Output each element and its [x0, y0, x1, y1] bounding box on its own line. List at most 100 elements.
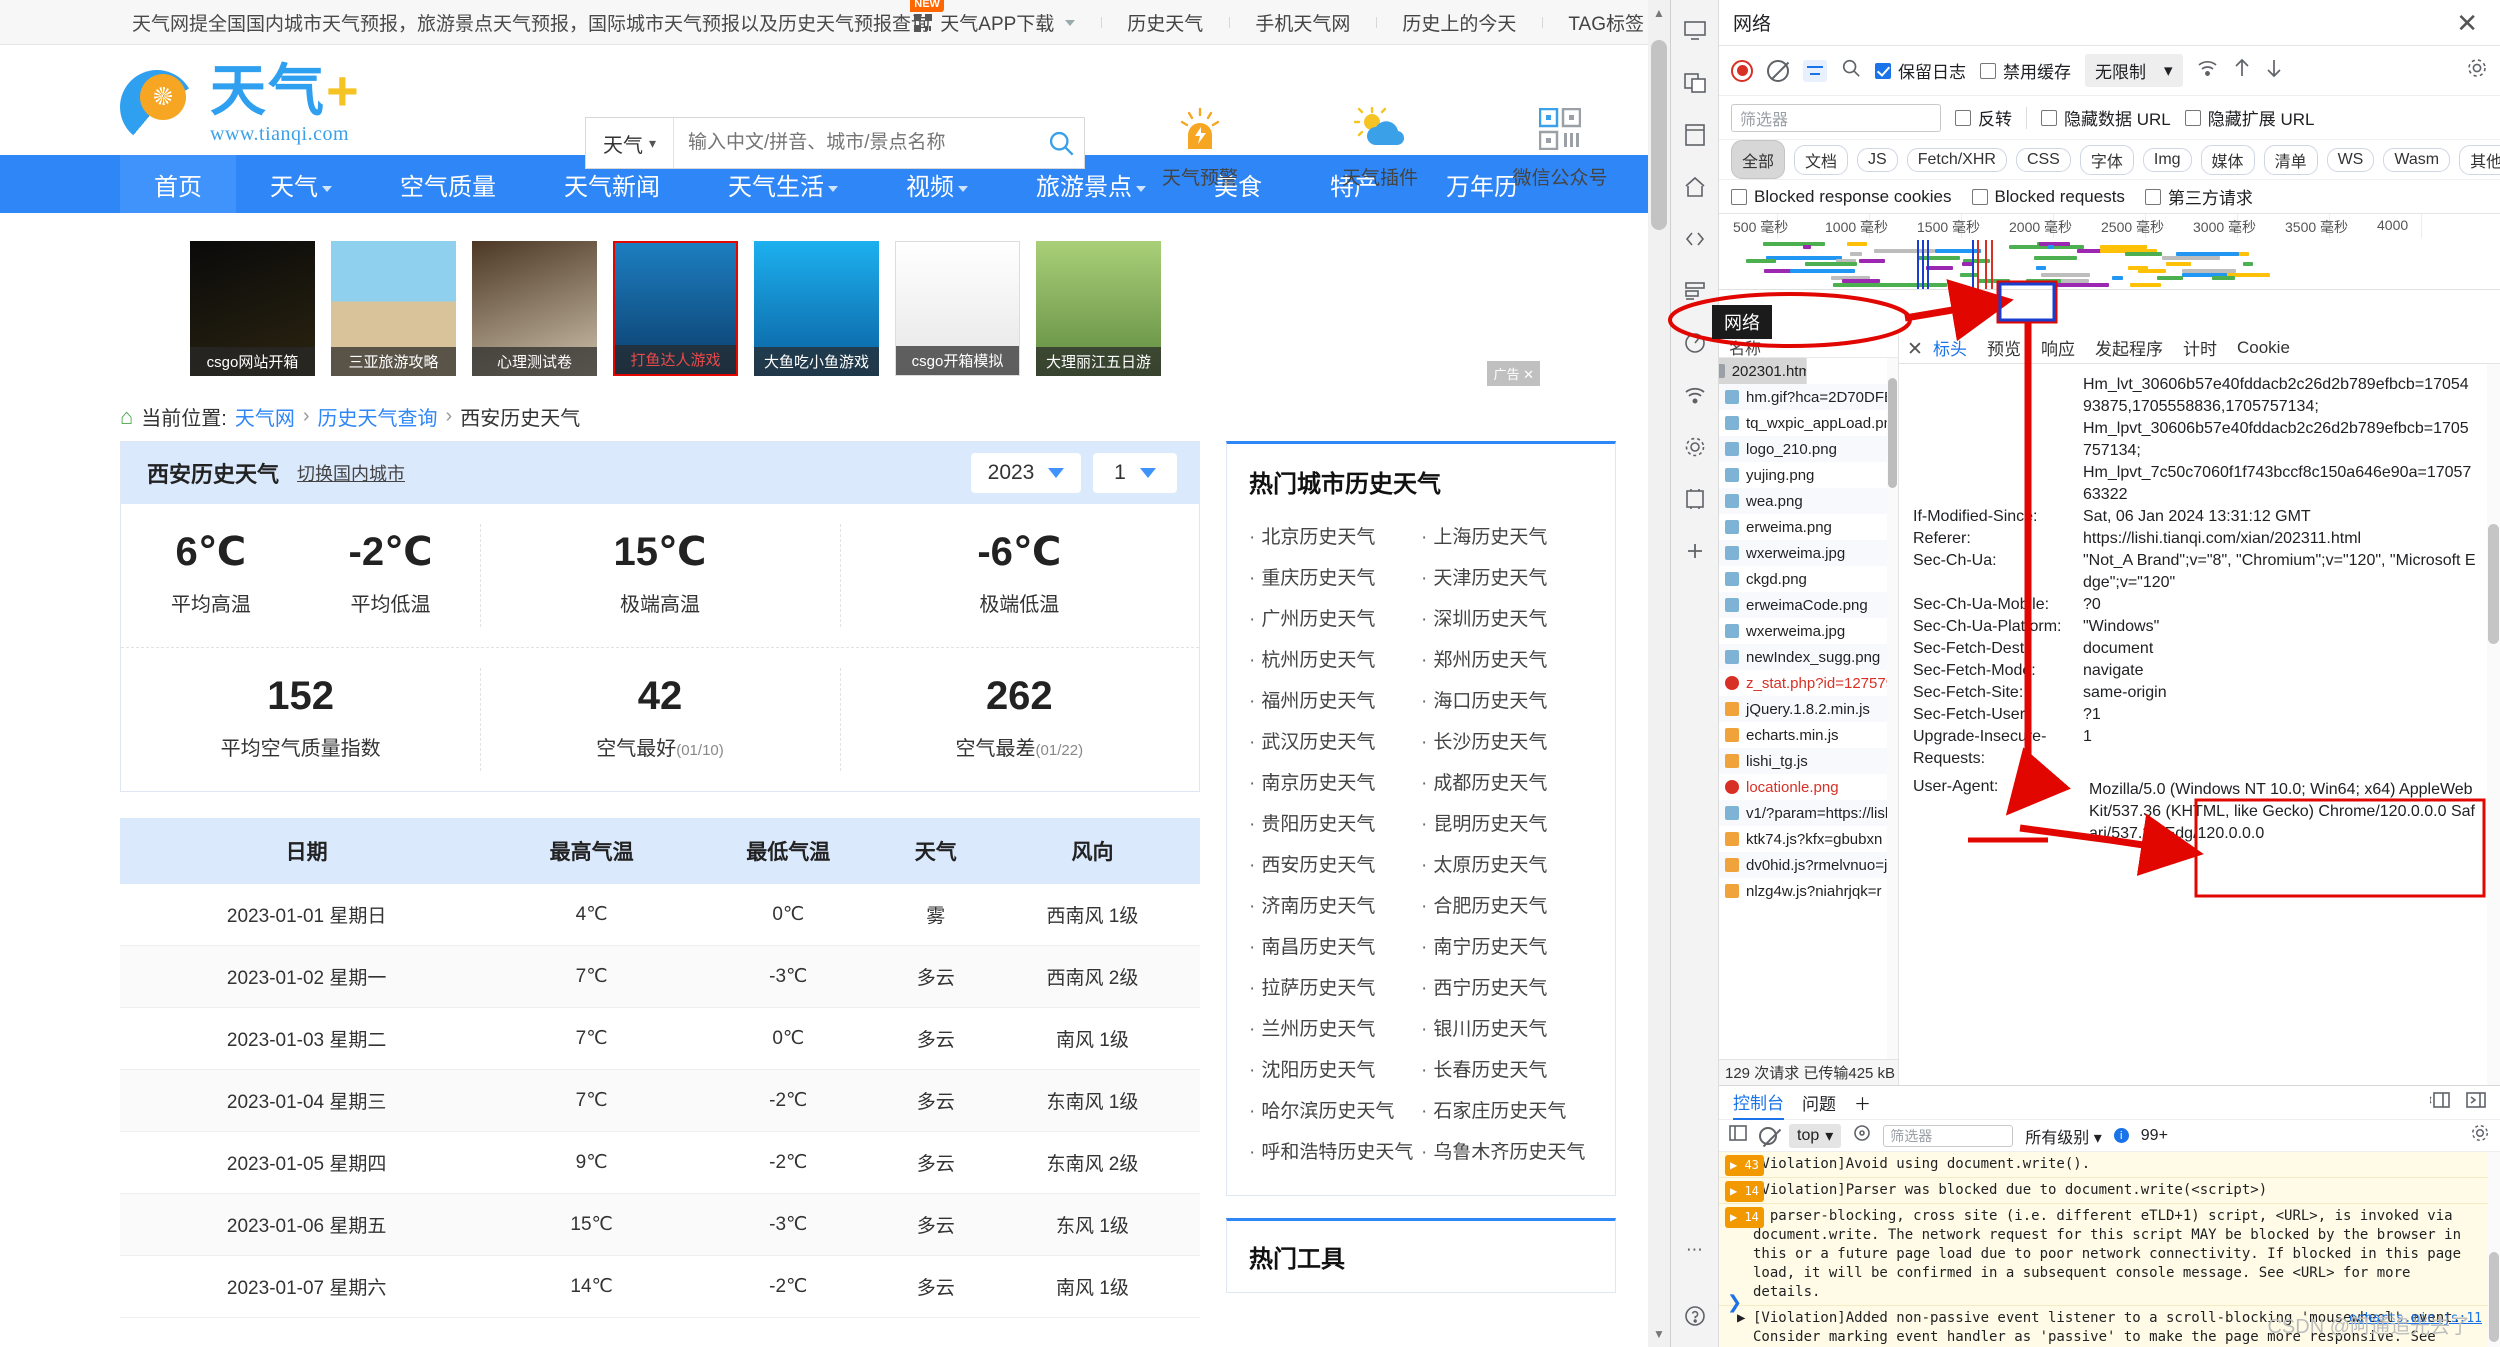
nav-item-home[interactable]: 首页	[120, 155, 236, 213]
topbar-link-history[interactable]: 历史天气	[1101, 9, 1229, 36]
type-filter-清单[interactable]: 清单	[2264, 145, 2318, 175]
type-filter-字体[interactable]: 字体	[2080, 145, 2134, 175]
promo-card[interactable]: 大鱼吃小鱼游戏	[754, 241, 879, 376]
network-conditions-icon[interactable]	[2197, 59, 2219, 82]
invert-checkbox[interactable]: 反转	[1955, 105, 2012, 130]
hot-city-link[interactable]: 贵阳历史天气	[1249, 802, 1421, 843]
hot-city-link[interactable]: 太原历史天气	[1421, 843, 1593, 884]
promo-card[interactable]: csgo网站开箱	[190, 241, 315, 376]
more-options-icon[interactable]: ⋯	[1682, 1237, 1708, 1263]
console-context-select[interactable]: top▾	[1789, 1124, 1841, 1148]
tab-issues[interactable]: 问题	[1802, 1090, 1836, 1115]
promo-card[interactable]: 打鱼达人游戏	[613, 241, 738, 376]
hot-city-link[interactable]: 南宁历史天气	[1421, 925, 1593, 966]
hot-city-link[interactable]: 重庆历史天气	[1249, 556, 1421, 597]
hot-city-link[interactable]: 兰州历史天气	[1249, 1007, 1421, 1048]
request-row[interactable]: hm.gif?hca=2D70DFBEBB93...	[1719, 384, 1898, 410]
promo-card[interactable]: 心理测试卷	[472, 241, 597, 376]
hot-city-link[interactable]: 乌鲁木齐历史天气	[1421, 1130, 1593, 1171]
settings-gear-icon[interactable]	[1682, 434, 1708, 460]
request-row[interactable]: nlzg4w.js?niahrjqk=r	[1719, 878, 1898, 904]
console-scrollbar[interactable]	[2488, 1152, 2500, 1347]
preserve-log-checkbox[interactable]: 保留日志	[1875, 58, 1966, 83]
network-icon[interactable]	[1682, 278, 1708, 304]
app-download-link[interactable]: 天气APP下载 NEW	[888, 9, 1101, 36]
network-filter-input[interactable]: 筛选器	[1731, 104, 1941, 132]
breadcrumb-item-site[interactable]: 天气网	[235, 402, 295, 431]
clear-console-button[interactable]	[1759, 1127, 1777, 1145]
hot-city-link[interactable]: 石家庄历史天气	[1421, 1089, 1593, 1130]
hot-city-link[interactable]: 南昌历史天气	[1249, 925, 1421, 966]
clear-button[interactable]	[1767, 60, 1789, 82]
type-filter-其他[interactable]: 其他	[2459, 145, 2500, 175]
hot-city-link[interactable]: 杭州历史天气	[1249, 638, 1421, 679]
close-detail-icon[interactable]: ✕	[1907, 338, 1923, 361]
quick-icon-plugin[interactable]: 天气插件	[1330, 103, 1430, 190]
live-expression-icon[interactable]	[1853, 1124, 1871, 1147]
search-input[interactable]	[674, 118, 1038, 168]
request-row[interactable]: erweimaCode.png	[1719, 592, 1898, 618]
request-row[interactable]: wxerweima.jpg	[1719, 618, 1898, 644]
console-prompt-icon[interactable]: ❯	[1727, 1292, 1742, 1313]
hot-city-link[interactable]: 西安历史天气	[1249, 843, 1421, 884]
hot-city-link[interactable]: 西宁历史天气	[1421, 966, 1593, 1007]
type-filter-JS[interactable]: JS	[1857, 148, 1898, 172]
promo-card[interactable]: csgo开箱模拟	[895, 241, 1020, 376]
type-filter-Fetch/XHR[interactable]: Fetch/XHR	[1907, 148, 2007, 172]
scroll-up-icon[interactable]: ▲	[1653, 6, 1665, 20]
type-filter-Img[interactable]: Img	[2143, 148, 2192, 172]
request-row[interactable]: echarts.min.js	[1719, 722, 1898, 748]
console-filter-input[interactable]: 筛选器	[1883, 1125, 2013, 1147]
scroll-down-icon[interactable]: ▼	[1653, 1327, 1665, 1341]
throttling-select[interactable]: 无限制▾	[2085, 54, 2183, 87]
quick-icon-wechat[interactable]: 微信公众号	[1510, 103, 1610, 190]
filter-toggle-button[interactable]	[1803, 60, 1827, 82]
hot-city-link[interactable]: 北京历史天气	[1249, 515, 1421, 556]
request-row[interactable]: tq_wxpic_appLoad.png	[1719, 410, 1898, 436]
site-logo[interactable]: 天气+ www.tianqi.com	[120, 63, 361, 146]
detail-scrollbar[interactable]	[2487, 364, 2500, 1085]
scrollbar-thumb[interactable]	[1651, 40, 1667, 230]
console-settings-gear-icon[interactable]	[2470, 1123, 2490, 1149]
detail-tab-标头[interactable]: 标头	[1933, 335, 1967, 360]
promo-card[interactable]: 大理丽江五日游	[1036, 241, 1161, 376]
topbar-link-mobile[interactable]: 手机天气网	[1229, 9, 1376, 36]
hot-city-link[interactable]: 长沙历史天气	[1421, 720, 1593, 761]
request-row[interactable]: newIndex_sugg.png	[1719, 644, 1898, 670]
topbar-link-today[interactable]: 历史上的今天	[1376, 9, 1542, 36]
hot-city-link[interactable]: 拉萨历史天气	[1249, 966, 1421, 1007]
hot-city-link[interactable]: 郑州历史天气	[1421, 638, 1593, 679]
request-row[interactable]: locationle.png	[1719, 774, 1898, 800]
disable-cache-checkbox[interactable]: 禁用缓存	[1980, 58, 2071, 83]
request-row[interactable]: 202301.html	[1719, 358, 1807, 384]
memory-icon[interactable]	[1682, 486, 1708, 512]
request-row[interactable]: z_stat.php?id=1275796416...	[1719, 670, 1898, 696]
hot-city-link[interactable]: 广州历史天气	[1249, 597, 1421, 638]
type-filter-文档[interactable]: 文档	[1794, 145, 1848, 175]
type-filter-CSS[interactable]: CSS	[2016, 148, 2071, 172]
request-row[interactable]: yujing.png	[1719, 462, 1898, 488]
add-tab-icon[interactable]: ＋	[1854, 1090, 1871, 1115]
inspect-element-icon[interactable]	[1682, 70, 1708, 96]
home-icon[interactable]	[1682, 174, 1708, 200]
wifi-icon[interactable]	[1682, 382, 1708, 408]
request-row[interactable]: erweima.png	[1719, 514, 1898, 540]
request-row[interactable]: lishi_tg.js	[1719, 748, 1898, 774]
type-filter-全部[interactable]: 全部	[1731, 140, 1785, 179]
hide-data-urls-checkbox[interactable]: 隐藏数据 URL	[2041, 105, 2171, 130]
blocked-requests-checkbox[interactable]: Blocked requests	[1972, 187, 2125, 207]
page-scrollbar[interactable]: ▲ ▼	[1648, 0, 1670, 1347]
hot-city-link[interactable]: 上海历史天气	[1421, 515, 1593, 556]
hot-city-link[interactable]: 沈阳历史天气	[1249, 1048, 1421, 1089]
console-level-select[interactable]: 所有级别 ▾	[2025, 1124, 2102, 1148]
hot-city-link[interactable]: 武汉历史天气	[1249, 720, 1421, 761]
search-icon[interactable]	[1841, 58, 1861, 83]
detail-tab-预览[interactable]: 预览	[1987, 335, 2021, 360]
detail-tab-发起程序[interactable]: 发起程序	[2095, 335, 2163, 360]
hide-ext-urls-checkbox[interactable]: 隐藏扩展 URL	[2185, 105, 2315, 130]
hot-city-link[interactable]: 深圳历史天气	[1421, 597, 1593, 638]
type-filter-Wasm[interactable]: Wasm	[2383, 148, 2450, 172]
hot-city-link[interactable]: 哈尔滨历史天气	[1249, 1089, 1421, 1130]
application-icon[interactable]	[1682, 122, 1708, 148]
hot-city-link[interactable]: 银川历史天气	[1421, 1007, 1593, 1048]
